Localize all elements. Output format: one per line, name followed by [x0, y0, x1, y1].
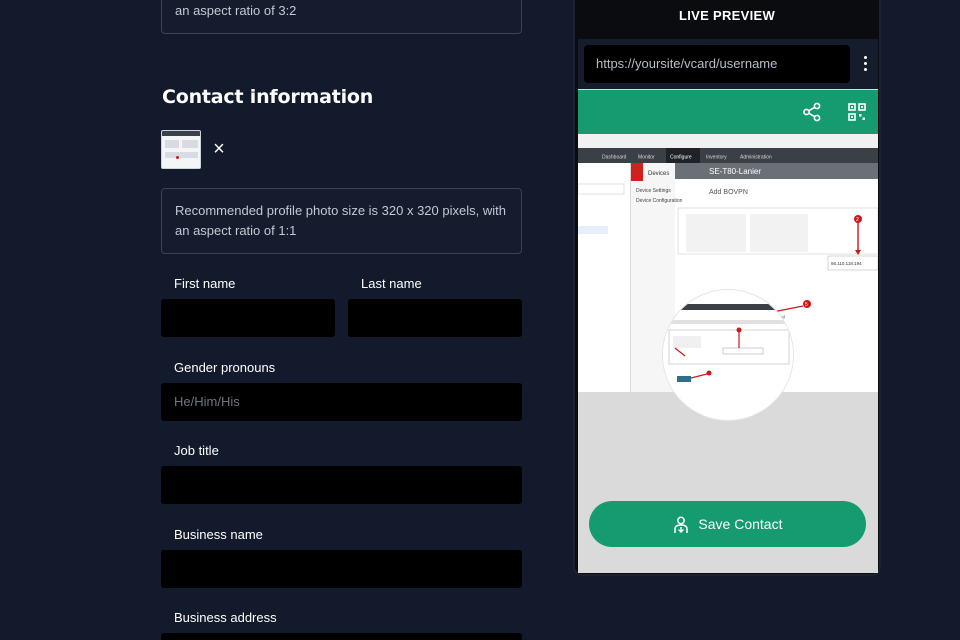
save-contact-label: Save Contact — [698, 516, 783, 532]
live-preview-title: LIVE PREVIEW — [678, 8, 776, 23]
business-address-input[interactable] — [161, 633, 522, 640]
remove-photo-button[interactable]: × — [210, 139, 228, 159]
cover-photo-hint: an aspect ratio of 3:2 — [161, 0, 522, 34]
cover-tab: Dashboard — [602, 155, 627, 161]
last-name-input[interactable] — [348, 299, 522, 337]
vcard-header-bar — [578, 90, 878, 134]
profile-photo-thumbnail[interactable] — [161, 130, 201, 169]
profile-photo-hint-text: Recommended profile photo size is 320 x … — [175, 203, 506, 238]
url-bar-area: https://yoursite/vcard/username — [578, 39, 878, 89]
cover-callout-2: 2 — [856, 217, 859, 223]
cover-ip-value: 66.110.118.194 — [831, 261, 862, 266]
thumb-topbar — [162, 131, 200, 136]
business-name-input[interactable] — [161, 550, 522, 588]
job-title-label: Job title — [174, 443, 219, 458]
vcard-url-field[interactable]: https://yoursite/vcard/username — [584, 45, 850, 83]
more-options-icon[interactable] — [858, 54, 872, 74]
thumb-panel — [182, 140, 198, 148]
first-name-input[interactable] — [161, 299, 335, 337]
cover-device-title: SE-T80-Lanier — [709, 167, 761, 176]
last-name-label: Last name — [361, 276, 422, 291]
share-icon[interactable] — [802, 102, 822, 122]
cover-tab: Monitor — [638, 155, 655, 161]
thumb-panel — [165, 140, 179, 148]
person-add-icon — [673, 516, 688, 534]
thumb-panel — [165, 152, 198, 158]
save-contact-button[interactable]: Save Contact — [589, 501, 866, 547]
section-title: Contact information — [162, 86, 374, 108]
live-preview-panel: LIVE PREVIEW https://yoursite/vcard/user… — [573, 0, 881, 576]
pronouns-input[interactable] — [161, 383, 522, 421]
thumb-marker — [176, 156, 179, 159]
first-name-label: First name — [174, 276, 236, 291]
cover-menu-item: Device Settings — [636, 188, 671, 194]
preview-screen: https://yoursite/vcard/username Dashboar… — [578, 39, 878, 573]
cover-tab: Administration — [740, 155, 772, 161]
cover-tab: Inventory — [706, 155, 727, 161]
cover-menu-item: Device Configuration — [636, 198, 683, 204]
business-address-label: Business address — [174, 610, 277, 625]
cover-subtitle: Add BOVPN — [709, 189, 748, 196]
cover-callout-5: 5 — [805, 302, 808, 308]
job-title-input[interactable] — [161, 466, 522, 504]
cover-breadcrumb: Devices — [648, 171, 669, 177]
qr-code-icon[interactable] — [847, 102, 867, 122]
profile-photo-hint: Recommended profile photo size is 320 x … — [161, 188, 522, 254]
cover-tab: Configure — [670, 155, 692, 161]
profile-photo-avatar — [662, 289, 794, 421]
business-name-label: Business name — [174, 527, 263, 542]
cover-photo-hint-text: an aspect ratio of 3:2 — [175, 3, 297, 18]
pronouns-label: Gender pronouns — [174, 360, 276, 375]
